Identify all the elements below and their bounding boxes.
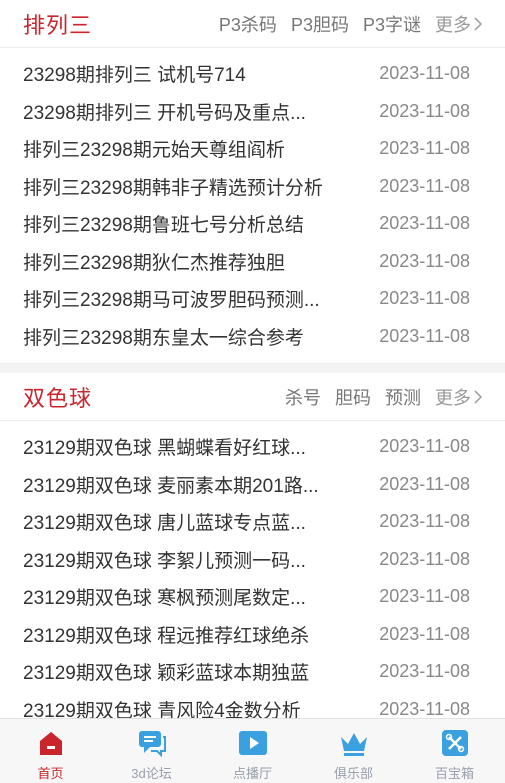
- item-date: 2023-11-08: [379, 175, 470, 196]
- item-title: 排列三23298期马可波罗胆码预测...: [23, 290, 320, 312]
- item-title: 23129期双色球 颖彩蓝球本期独蓝: [23, 663, 310, 685]
- bottom-tab-bar: 首页 3d论坛 点播厅 俱乐部 百宝箱: [0, 718, 505, 783]
- item-date: 2023-11-08: [379, 213, 470, 234]
- item-title: 23298期排列三 开机号码及重点...: [23, 102, 306, 124]
- section-title: 双色球: [23, 385, 93, 411]
- item-title: 排列三23298期东皇太一综合参考: [23, 327, 304, 349]
- article-list: 23298期排列三 试机号714 2023-11-08 23298期排列三 开机号…: [0, 48, 505, 355]
- item-title: 23129期双色球 程远推荐红球绝杀: [23, 625, 310, 647]
- section-pailiesan: 排列三 P3杀码 P3胆码 P3字谜 更多 23298期排列三 试机号714 20…: [0, 0, 505, 355]
- item-title: 排列三23298期韩非子精选预计分析: [23, 177, 323, 199]
- item-title: 23129期双色球 李絮儿预测一码...: [23, 550, 306, 572]
- list-item[interactable]: 排列三23298期马可波罗胆码预测... 2023-11-08: [0, 280, 505, 318]
- item-date: 2023-11-08: [379, 63, 470, 84]
- content-scroll[interactable]: 排列三 P3杀码 P3胆码 P3字谜 更多 23298期排列三 试机号714 20…: [0, 0, 505, 718]
- list-item[interactable]: 23298期排列三 开机号码及重点... 2023-11-08: [0, 93, 505, 131]
- section-title: 排列三: [23, 12, 93, 38]
- more-link[interactable]: 更多: [435, 11, 482, 37]
- tab-3d-forum[interactable]: 3d论坛: [101, 719, 202, 783]
- item-title: 23129期双色球 麦丽素本期201路...: [23, 475, 319, 497]
- section-header: 排列三 P3杀码 P3胆码 P3字谜 更多: [0, 0, 505, 48]
- list-item[interactable]: 排列三23298期鲁班七号分析总结 2023-11-08: [0, 205, 505, 243]
- more-label: 更多: [435, 387, 471, 408]
- section-links: P3杀码 P3胆码 P3字谜 更多: [205, 11, 482, 37]
- item-title: 23129期双色球 黑蝴蝶看好红球...: [23, 438, 306, 460]
- item-title: 23129期双色球 寒枫预测尾数定...: [23, 588, 306, 610]
- link-p3-riddle[interactable]: P3字谜: [363, 11, 421, 37]
- list-item[interactable]: 23129期双色球 寒枫预测尾数定... 2023-11-08: [0, 578, 505, 616]
- section-header: 双色球 杀号 胆码 预测 更多: [0, 373, 505, 421]
- list-item[interactable]: 23129期双色球 青风险4金数分析 2023-11-08: [0, 691, 505, 718]
- item-title: 排列三23298期鲁班七号分析总结: [23, 215, 304, 237]
- list-item[interactable]: 23298期排列三 试机号714 2023-11-08: [0, 55, 505, 93]
- section-divider: [0, 363, 505, 373]
- item-title: 排列三23298期狄仁杰推荐独胆: [23, 252, 285, 274]
- chevron-right-icon: [474, 389, 482, 404]
- item-date: 2023-11-08: [379, 436, 470, 457]
- toolbox-icon: [440, 728, 470, 758]
- list-item[interactable]: 排列三23298期韩非子精选预计分析 2023-11-08: [0, 168, 505, 206]
- item-date: 2023-11-08: [379, 250, 470, 271]
- more-label: 更多: [435, 14, 471, 35]
- section-shuangseqiu: 双色球 杀号 胆码 预测 更多 23129期双色球 黑蝴蝶看好红球... 2023…: [0, 373, 505, 718]
- tab-label: 俱乐部: [333, 766, 373, 781]
- home-icon: [36, 728, 66, 758]
- item-date: 2023-11-08: [379, 138, 470, 159]
- tab-label: 首页: [37, 766, 64, 781]
- item-date: 2023-11-08: [379, 698, 470, 718]
- play-video-icon: [238, 728, 268, 758]
- tab-on-demand[interactable]: 点播厅: [202, 719, 303, 783]
- link-p3-kill[interactable]: P3杀码: [219, 11, 277, 37]
- tab-label: 百宝箱: [434, 766, 474, 781]
- link-p3-dan[interactable]: P3胆码: [291, 11, 349, 37]
- item-title: 23129期双色球 唐儿蓝球专点蓝...: [23, 513, 306, 535]
- item-title: 23129期双色球 青风险4金数分析: [23, 700, 301, 718]
- more-link[interactable]: 更多: [435, 384, 482, 410]
- tab-club[interactable]: 俱乐部: [303, 719, 404, 783]
- article-list: 23129期双色球 黑蝴蝶看好红球... 2023-11-08 23129期双色球…: [0, 421, 505, 718]
- item-title: 23298期排列三 试机号714: [23, 65, 246, 87]
- item-title: 排列三23298期元始天尊组阎析: [23, 140, 285, 162]
- list-item[interactable]: 排列三23298期元始天尊组阎析 2023-11-08: [0, 130, 505, 168]
- chevron-right-icon: [474, 16, 482, 31]
- section-links: 杀号 胆码 预测 更多: [271, 384, 482, 410]
- list-item[interactable]: 23129期双色球 唐儿蓝球专点蓝... 2023-11-08: [0, 503, 505, 541]
- list-item[interactable]: 23129期双色球 麦丽素本期201路... 2023-11-08: [0, 466, 505, 504]
- item-date: 2023-11-08: [379, 288, 470, 309]
- list-item[interactable]: 23129期双色球 黑蝴蝶看好红球... 2023-11-08: [0, 428, 505, 466]
- item-date: 2023-11-08: [379, 511, 470, 532]
- list-item[interactable]: 23129期双色球 程远推荐红球绝杀 2023-11-08: [0, 616, 505, 654]
- link-kill-number[interactable]: 杀号: [285, 384, 321, 410]
- tab-label: 3d论坛: [131, 766, 172, 781]
- tab-toolbox[interactable]: 百宝箱: [404, 719, 505, 783]
- crown-icon: [339, 728, 369, 758]
- chat-bubbles-icon: [137, 728, 167, 758]
- item-date: 2023-11-08: [379, 100, 470, 121]
- item-date: 2023-11-08: [379, 548, 470, 569]
- item-date: 2023-11-08: [379, 661, 470, 682]
- link-dan-code[interactable]: 胆码: [335, 384, 371, 410]
- item-date: 2023-11-08: [379, 473, 470, 494]
- link-forecast[interactable]: 预测: [385, 384, 421, 410]
- list-item[interactable]: 排列三23298期东皇太一综合参考 2023-11-08: [0, 318, 505, 356]
- list-item[interactable]: 23129期双色球 李絮儿预测一码... 2023-11-08: [0, 541, 505, 579]
- tab-label: 点播厅: [232, 766, 272, 781]
- tab-home[interactable]: 首页: [0, 719, 101, 783]
- list-item[interactable]: 23129期双色球 颖彩蓝球本期独蓝 2023-11-08: [0, 653, 505, 691]
- item-date: 2023-11-08: [379, 325, 470, 346]
- item-date: 2023-11-08: [379, 623, 470, 644]
- list-item[interactable]: 排列三23298期狄仁杰推荐独胆 2023-11-08: [0, 243, 505, 281]
- item-date: 2023-11-08: [379, 586, 470, 607]
